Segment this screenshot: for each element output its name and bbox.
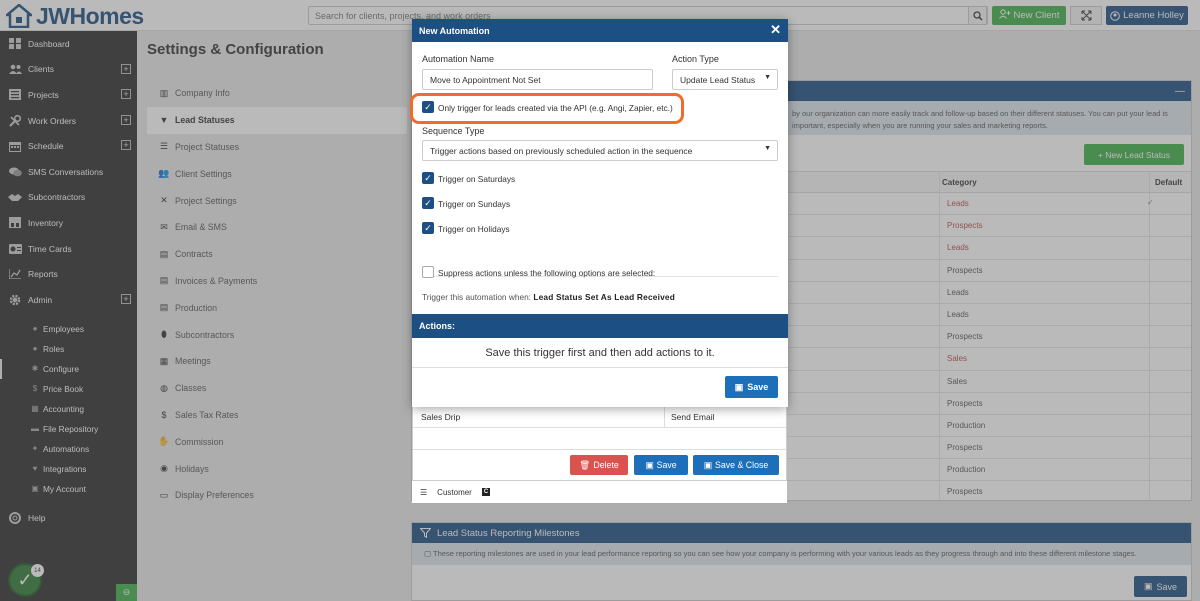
trigger-holidays-label: Trigger on Holidays [438,224,510,234]
save-label: Save [656,460,677,470]
save-icon: ▣ [734,381,744,392]
trigger-sundays-checkbox[interactable]: ✓ [422,197,434,209]
trigger-sundays-label: Trigger on Sundays [438,199,511,209]
modal-body: Automation Name Move to Appointment Not … [412,42,788,312]
automation-name-label: Automation Name [422,54,495,64]
action-type-value: Update Lead Status [680,74,756,85]
modal-title: New Automation [419,25,490,36]
action-type-select[interactable]: Update Lead Status ▼ [672,69,778,90]
action-type-label: Action Type [672,54,719,64]
highlight-annotation [410,93,684,124]
suppress-actions-label: Suppress actions unless the following op… [438,268,656,278]
table-row [413,428,786,450]
modal-save-button[interactable]: ▣ Save [725,376,778,398]
sequence-type-value: Trigger actions based on previously sche… [430,145,693,156]
trigger-condition: Trigger this automation when: Lead Statu… [422,292,675,302]
delete-button[interactable]: 🗑 Delete [570,455,628,475]
trigger-when-value: Lead Status Set As Lead Received [533,292,675,302]
close-icon[interactable]: ✕ [770,22,781,38]
actions-header: Actions: [412,314,788,338]
caret-down-icon: ▼ [764,74,771,81]
modal-header: New Automation ✕ [412,19,788,42]
trigger-holidays-checkbox[interactable]: ✓ [422,222,434,234]
customer-row: ☰ Customer C [412,481,787,503]
customer-label: Customer [437,487,472,497]
form-actions: 🗑 Delete ▣ Save ▣ Save & Close [413,450,786,480]
save-icon: ▣ [703,459,712,470]
suppress-actions-checkbox[interactable] [422,266,434,278]
sequence-type-label: Sequence Type [422,126,485,136]
actions-message: Save this trigger first and then add act… [412,338,788,368]
save-label: Save [747,382,769,392]
new-automation-modal: New Automation ✕ Automation Name Move to… [412,19,788,407]
customer-badge: C [481,488,491,496]
automation-name-input[interactable]: Move to Appointment Not Set [422,69,653,90]
trash-icon: 🗑 [579,459,591,470]
table-row: Sales Drip Send Email [413,406,786,428]
caret-down-icon: ▼ [764,145,771,152]
sequence-action: Send Email [671,412,715,422]
sequence-name: Sales Drip [421,412,461,422]
delete-label: Delete [593,460,619,470]
save-close-button[interactable]: ▣ Save & Close [693,455,779,475]
automation-name-value: Move to Appointment Not Set [430,74,541,85]
trigger-when-label: Trigger this automation when: [422,292,531,302]
sequence-type-select[interactable]: Trigger actions based on previously sche… [422,140,778,161]
automation-form-underlay: Sales Drip Send Email 🗑 Delete ▣ Save ▣ Sav… [412,406,787,481]
drag-handle-icon[interactable]: ☰ [420,488,427,497]
save-icon: ▣ [645,459,654,470]
trigger-saturdays-label: Trigger on Saturdays [438,174,516,184]
save-close-label: Save & Close [715,460,769,470]
trigger-saturdays-checkbox[interactable]: ✓ [422,172,434,184]
save-button[interactable]: ▣ Save [634,455,688,475]
